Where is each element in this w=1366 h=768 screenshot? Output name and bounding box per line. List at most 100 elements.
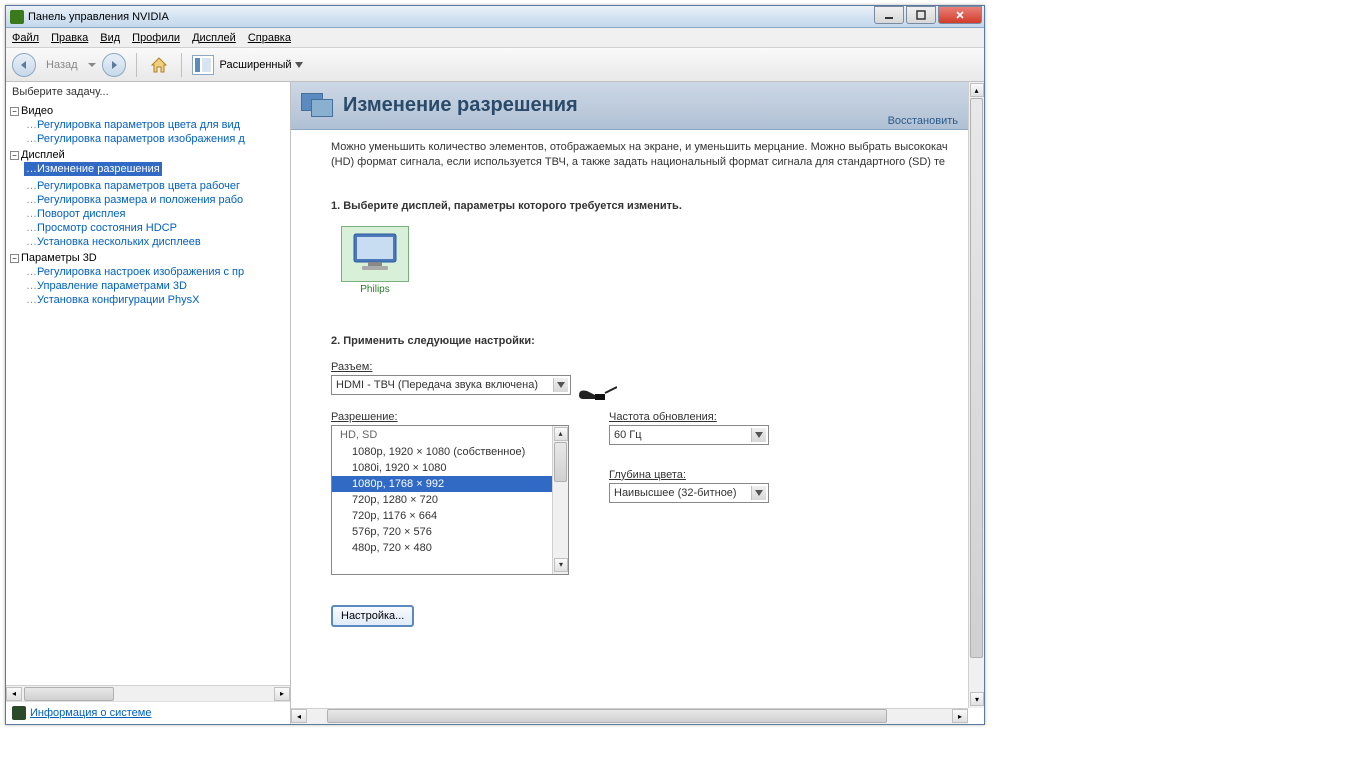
scroll-left-button[interactable]: ◂ bbox=[291, 709, 307, 723]
main-vscrollbar[interactable]: ▴ ▾ bbox=[968, 82, 984, 708]
tree-item-change-resolution[interactable]: Изменение разрешения bbox=[24, 162, 162, 176]
tree-group-3d[interactable]: − Параметры 3D bbox=[10, 251, 286, 265]
page-description: Можно уменьшить количество элементов, от… bbox=[331, 140, 948, 170]
resolution-item[interactable]: 720p, 1176 × 664 bbox=[332, 508, 552, 524]
sidebar-footer: Информация о системе bbox=[6, 701, 290, 724]
tree-group-label: Параметры 3D bbox=[21, 252, 97, 264]
monitor-icon bbox=[350, 232, 400, 276]
system-info-icon bbox=[12, 706, 26, 720]
separator bbox=[181, 53, 182, 77]
resolution-item[interactable]: 576p, 720 × 576 bbox=[332, 524, 552, 540]
scroll-right-button[interactable]: ▸ bbox=[952, 709, 968, 723]
tree-item[interactable]: Установка конфигурации PhysX bbox=[24, 293, 286, 307]
scroll-down-button[interactable]: ▾ bbox=[970, 692, 984, 706]
scroll-left-button[interactable]: ◂ bbox=[6, 687, 22, 701]
main-content: Изменение разрешения Восстановить Можно … bbox=[291, 82, 984, 724]
sidebar: Выберите задачу... − Видео Регулировка п… bbox=[6, 82, 291, 724]
resolution-label: Разрешение: bbox=[331, 411, 569, 423]
resolution-item[interactable]: 720p, 1280 × 720 bbox=[332, 492, 552, 508]
cable-icon bbox=[577, 385, 617, 405]
menu-display[interactable]: Дисплей bbox=[192, 32, 236, 44]
resolution-item[interactable]: 480p, 720 × 480 bbox=[332, 540, 552, 556]
resolution-item[interactable]: 1080i, 1920 × 1080 bbox=[332, 460, 552, 476]
back-label: Назад bbox=[46, 59, 78, 71]
system-info-link[interactable]: Информация о системе bbox=[30, 707, 151, 719]
menu-edit[interactable]: Правка bbox=[51, 32, 88, 44]
tree-item[interactable]: Поворот дисплея bbox=[24, 207, 286, 221]
tree-item[interactable]: Регулировка параметров цвета для вид bbox=[24, 118, 286, 132]
scroll-up-button[interactable]: ▴ bbox=[970, 83, 984, 97]
nvidia-icon bbox=[10, 10, 24, 24]
step-2-title: 2. Применить следующие настройки: bbox=[331, 335, 948, 347]
collapse-icon[interactable]: − bbox=[10, 254, 19, 263]
list-header: HD, SD bbox=[332, 426, 552, 444]
tree-item[interactable]: Регулировка параметров цвета рабочег bbox=[24, 179, 286, 193]
tree-group-label: Дисплей bbox=[21, 149, 65, 161]
tree-item[interactable]: Регулировка размера и положения рабо bbox=[24, 193, 286, 207]
tree-item[interactable]: Просмотр состояния HDCP bbox=[24, 221, 286, 235]
scroll-up-button[interactable]: ▴ bbox=[554, 427, 568, 441]
menubar: Файл Правка Вид Профили Дисплей Справка bbox=[6, 28, 984, 48]
titlebar[interactable]: Панель управления NVIDIA bbox=[6, 6, 984, 28]
home-button[interactable] bbox=[147, 53, 171, 77]
scrollbar-thumb[interactable] bbox=[327, 709, 887, 723]
scrollbar-thumb[interactable] bbox=[970, 98, 983, 658]
resolution-item-selected[interactable]: 1080p, 1768 × 992 bbox=[332, 476, 552, 492]
collapse-icon[interactable]: − bbox=[10, 107, 19, 116]
main-hscrollbar[interactable]: ◂ ▸ bbox=[291, 708, 968, 724]
menu-view[interactable]: Вид bbox=[100, 32, 120, 44]
depth-combo[interactable]: Наивысшее (32-битное) bbox=[609, 483, 769, 503]
tree-group-display[interactable]: − Дисплей bbox=[10, 148, 286, 162]
tree-item[interactable]: Установка нескольких дисплеев bbox=[24, 235, 286, 249]
step-1-title: 1. Выберите дисплей, параметры которого … bbox=[331, 200, 948, 212]
forward-button[interactable] bbox=[102, 53, 126, 77]
resolution-listbox[interactable]: HD, SD 1080p, 1920 × 1080 (собственное) … bbox=[331, 425, 569, 575]
chevron-down-icon bbox=[751, 428, 766, 442]
layout-icon[interactable] bbox=[192, 55, 214, 75]
connector-combo[interactable]: HDMI - ТВЧ (Передача звука включена) bbox=[331, 375, 571, 395]
listbox-scrollbar[interactable]: ▴ ▾ bbox=[552, 426, 568, 574]
scroll-right-button[interactable]: ▸ bbox=[274, 687, 290, 701]
view-mode-label: Расширенный bbox=[220, 59, 292, 71]
refresh-value: 60 Гц bbox=[614, 429, 642, 441]
nvidia-control-panel-window: Панель управления NVIDIA Файл Правка Вид… bbox=[5, 5, 985, 725]
window-title: Панель управления NVIDIA bbox=[28, 11, 169, 23]
back-button[interactable] bbox=[12, 53, 36, 77]
page-header: Изменение разрешения Восстановить bbox=[291, 82, 968, 130]
tree-item[interactable]: Регулировка настроек изображения с пр bbox=[24, 265, 286, 279]
restore-link[interactable]: Восстановить bbox=[888, 115, 958, 127]
maximize-button[interactable] bbox=[906, 6, 936, 24]
display-name: Philips bbox=[341, 284, 409, 295]
task-tree: − Видео Регулировка параметров цвета для… bbox=[6, 102, 290, 685]
chevron-down-icon bbox=[751, 486, 766, 500]
separator bbox=[136, 53, 137, 77]
resolution-header-icon bbox=[301, 91, 335, 121]
menu-profiles[interactable]: Профили bbox=[132, 32, 180, 44]
connector-value: HDMI - ТВЧ (Передача звука включена) bbox=[336, 379, 538, 391]
toolbar: Назад Расширенный bbox=[6, 48, 984, 82]
tree-group-video[interactable]: − Видео bbox=[10, 104, 286, 118]
depth-value: Наивысшее (32-битное) bbox=[614, 487, 737, 499]
collapse-icon[interactable]: − bbox=[10, 151, 19, 160]
scrollbar-thumb[interactable] bbox=[554, 442, 567, 482]
settings-button[interactable]: Настройка... bbox=[331, 605, 414, 627]
scrollbar-thumb[interactable] bbox=[24, 687, 114, 701]
refresh-label: Частота обновления: bbox=[609, 411, 769, 423]
minimize-button[interactable] bbox=[874, 6, 904, 24]
chevron-down-icon bbox=[553, 378, 568, 392]
tree-item[interactable]: Регулировка параметров изображения д bbox=[24, 132, 286, 146]
page-title: Изменение разрешения bbox=[343, 94, 578, 117]
resolution-item[interactable]: 1080p, 1920 × 1080 (собственное) bbox=[332, 444, 552, 460]
scroll-down-button[interactable]: ▾ bbox=[554, 558, 568, 572]
view-mode-dropdown[interactable]: Расширенный bbox=[220, 59, 303, 71]
tree-group-label: Видео bbox=[21, 105, 53, 117]
tree-item[interactable]: Управление параметрами 3D bbox=[24, 279, 286, 293]
sidebar-scrollbar[interactable]: ◂ ▸ bbox=[6, 685, 290, 701]
back-dropdown-icon[interactable] bbox=[88, 63, 96, 71]
menu-help[interactable]: Справка bbox=[248, 32, 291, 44]
menu-file[interactable]: Файл bbox=[12, 32, 39, 44]
connector-label: Разъем: bbox=[331, 361, 948, 373]
close-button[interactable] bbox=[938, 6, 982, 24]
refresh-combo[interactable]: 60 Гц bbox=[609, 425, 769, 445]
display-tile[interactable]: Philips bbox=[341, 226, 409, 295]
